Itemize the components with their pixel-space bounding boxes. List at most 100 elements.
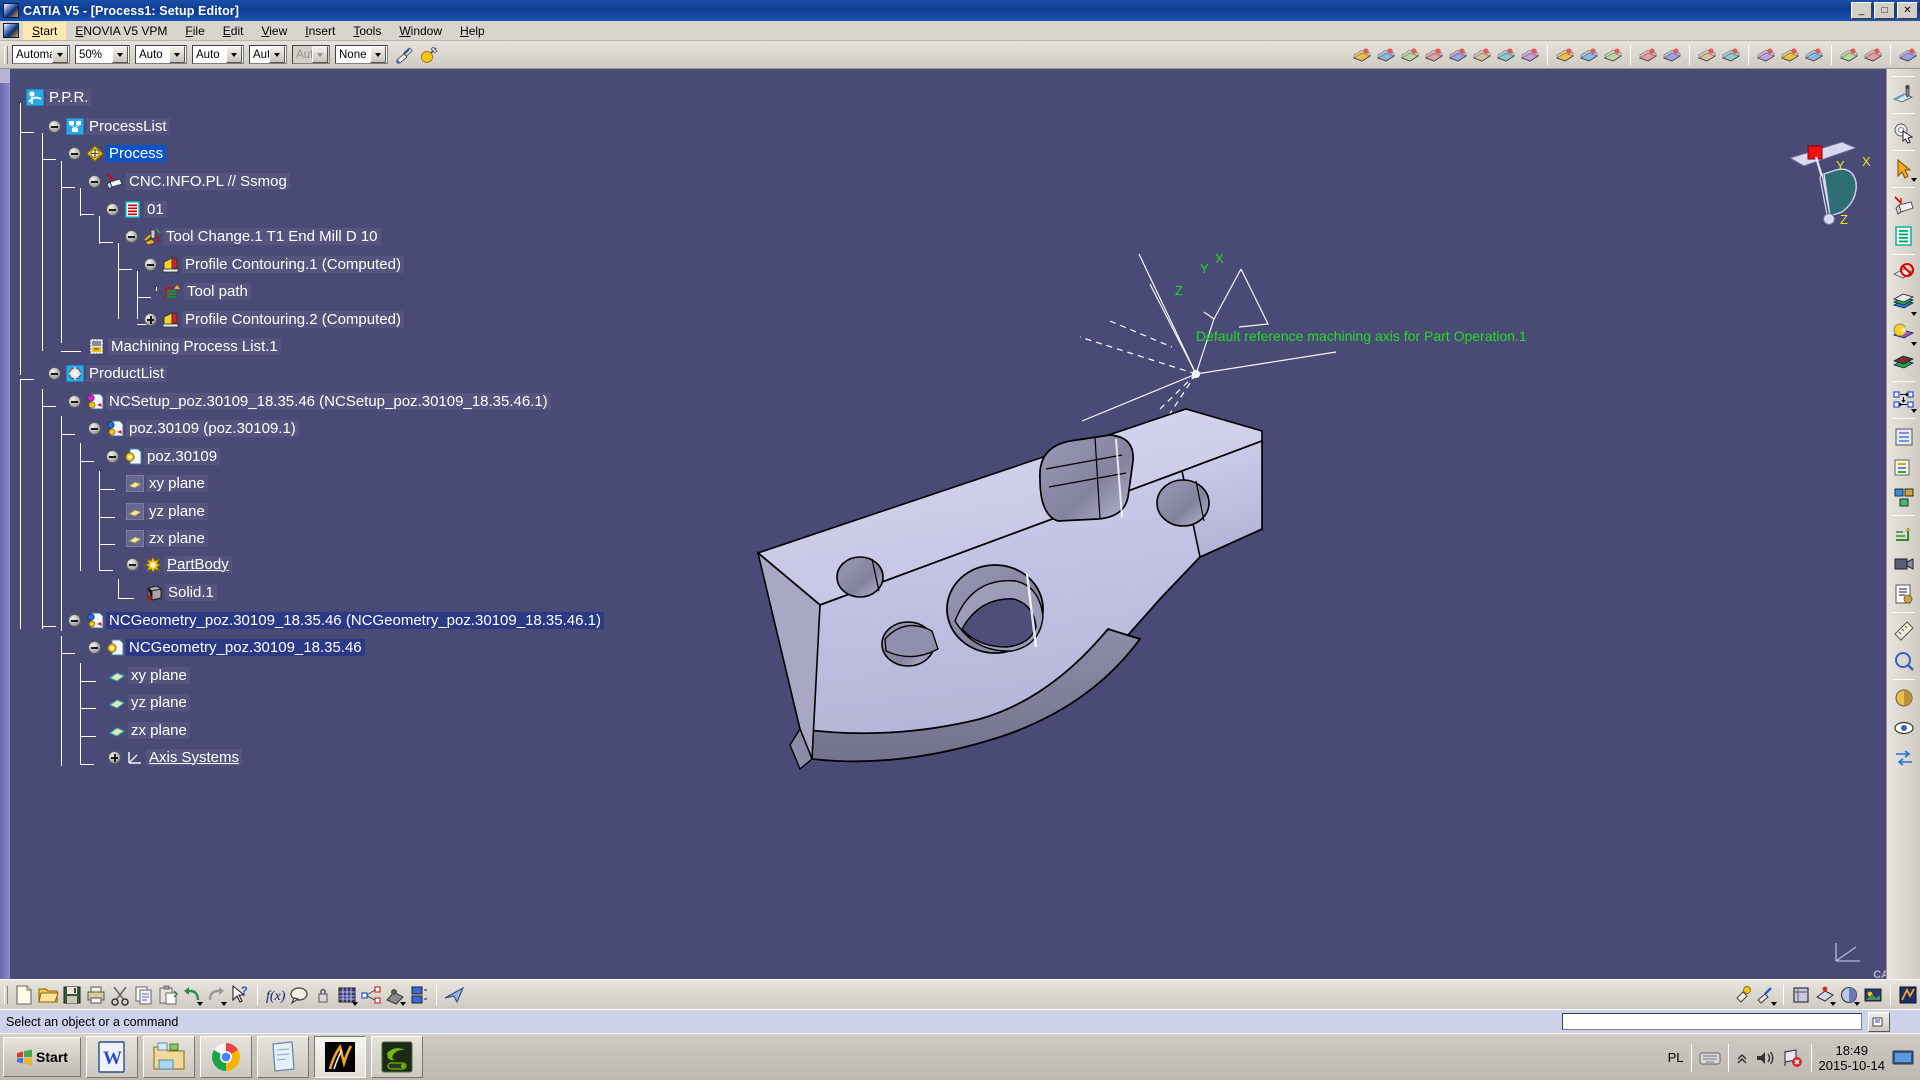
fly-mode-icon[interactable]: [443, 984, 465, 1006]
menu-item-window[interactable]: Window: [390, 22, 451, 40]
tree-node-productlist[interactable]: ProductList: [48, 363, 168, 383]
tree-node-poz1[interactable]: poz.30109 (poz.30109.1): [88, 418, 299, 438]
layer-combo[interactable]: Auto: [135, 45, 187, 64]
video-icon[interactable]: [1602, 44, 1624, 66]
collapse-node-icon[interactable]: [106, 202, 119, 216]
catia-app-icon[interactable]: [1897, 984, 1919, 1006]
highlight-icon[interactable]: [1731, 984, 1753, 1006]
menu-item-edit[interactable]: Edit: [214, 22, 253, 40]
menu-item-tools[interactable]: Tools: [344, 22, 390, 40]
volume-icon[interactable]: [1755, 1049, 1775, 1067]
paint-toolbar-icon[interactable]: [1755, 984, 1777, 1006]
update-icon[interactable]: [1838, 44, 1860, 66]
window-icon[interactable]: [1897, 44, 1919, 66]
render-style-combo[interactable]: Automa: [12, 45, 70, 64]
replay-icon[interactable]: [1578, 44, 1600, 66]
tree-node-ncgeom[interactable]: NCGeometry_poz.30109_18.35.46 (NCGeometr…: [68, 610, 604, 630]
tree-node-zx1[interactable]: zx plane: [125, 528, 208, 548]
chevron-down-icon[interactable]: [370, 46, 386, 63]
ppr-explorer-icon[interactable]: [1890, 483, 1918, 511]
tool-change-icon[interactable]: [1423, 44, 1445, 66]
taskbar-word[interactable]: W: [86, 1036, 138, 1078]
chevron-down-icon[interactable]: [52, 46, 68, 63]
status-expand-button[interactable]: [1868, 1012, 1890, 1032]
remove-material-green-icon[interactable]: [1890, 349, 1918, 377]
show-desktop-icon[interactable]: [1892, 1049, 1914, 1067]
pocketing-icon[interactable]: [1495, 44, 1517, 66]
measure-tool-icon[interactable]: [1720, 44, 1742, 66]
viewport-scroll-up-button[interactable]: [0, 69, 10, 83]
taskbar-notepad[interactable]: [257, 1036, 309, 1078]
toolbar-grip[interactable]: [4, 45, 8, 64]
collapse-node-icon[interactable]: [125, 229, 138, 243]
tree-node-partbody[interactable]: PartBody: [126, 554, 232, 574]
collapse-node-icon[interactable]: [88, 421, 101, 435]
filter-combo[interactable]: Auto: [192, 45, 244, 64]
measure-item-icon[interactable]: [408, 984, 430, 1006]
hide-icon[interactable]: [1803, 44, 1825, 66]
simulate-icon[interactable]: [1554, 44, 1576, 66]
menu-item-file[interactable]: File: [176, 22, 213, 40]
simulate-tool-path-icon[interactable]: [1890, 520, 1918, 548]
tree-node-xy2[interactable]: xy plane: [108, 665, 190, 685]
collapse-node-icon[interactable]: [126, 557, 139, 571]
undo-icon[interactable]: [181, 984, 203, 1006]
collapse-node-icon[interactable]: [88, 174, 101, 188]
apply-scene-icon[interactable]: [1862, 984, 1884, 1006]
command-input[interactable]: [1562, 1013, 1862, 1030]
tree-node-xy1[interactable]: xy plane: [125, 473, 208, 493]
restore-button[interactable]: □: [1874, 2, 1895, 19]
tree-node-ncsetup[interactable]: NCSetup_poz.30109_18.35.46 (NCSetup_poz.…: [68, 391, 551, 411]
tool-path-output-icon[interactable]: [1637, 44, 1659, 66]
paint-brush-icon[interactable]: [394, 44, 416, 66]
formula-icon[interactable]: f(x): [264, 984, 286, 1006]
tree-node-ppr[interactable]: P.P.R.: [25, 87, 92, 107]
transfer-elements-icon[interactable]: [1890, 386, 1918, 414]
apply-material-icon[interactable]: [418, 44, 440, 66]
rendering-style-icon[interactable]: [1890, 684, 1918, 712]
minimize-button[interactable]: _: [1851, 2, 1872, 19]
close-button[interactable]: ✕: [1897, 2, 1918, 19]
tree-node-toolpath[interactable]: Tool path: [164, 281, 251, 301]
tree-node-mpl[interactable]: Machining Process List.1: [88, 336, 281, 356]
tree-node-yz2[interactable]: yz plane: [108, 692, 190, 712]
expand-node-icon[interactable]: [144, 312, 157, 326]
hide-show-icon[interactable]: [1890, 714, 1918, 742]
material-removal-icon[interactable]: [1890, 319, 1918, 347]
generate-nc-code-icon[interactable]: [1890, 580, 1918, 608]
measure-icon[interactable]: [1890, 617, 1918, 645]
show-hidden-icons-icon[interactable]: [1736, 1051, 1748, 1065]
copy-icon[interactable]: [133, 984, 155, 1006]
collapse-node-icon[interactable]: [106, 449, 119, 463]
3d-viewport[interactable]: Y Z X Default reference machining axis f…: [0, 69, 1920, 979]
analysis-icon[interactable]: [1890, 647, 1918, 675]
iso-view-icon[interactable]: [1790, 984, 1812, 1006]
collapse-node-icon[interactable]: [68, 613, 81, 627]
relations-icon[interactable]: [360, 984, 382, 1006]
tool-library-icon[interactable]: [1890, 423, 1918, 451]
collapse-node-icon[interactable]: [48, 119, 61, 133]
menu-item-insert[interactable]: Insert: [296, 22, 344, 40]
start-button[interactable]: Start: [3, 1037, 81, 1077]
menu-item-view[interactable]: View: [252, 22, 296, 40]
machining-feature-icon[interactable]: [1447, 44, 1469, 66]
tree-node-cncinfo[interactable]: CNC.INFO.PL // Ssmog: [88, 171, 290, 191]
zoom-combo[interactable]: 50%: [75, 45, 130, 64]
no-simulation-icon[interactable]: [1890, 259, 1918, 287]
taskbar-catia[interactable]: [314, 1036, 366, 1078]
tree-node-processlist[interactable]: ProcessList: [48, 116, 170, 136]
aut-combo[interactable]: Aut: [249, 45, 287, 64]
swap-visible-space-icon[interactable]: [1890, 744, 1918, 772]
measure-between-icon[interactable]: [384, 984, 406, 1006]
tree-node-profile2[interactable]: Profile Contouring.2 (Computed): [144, 309, 404, 329]
collapse-node-icon[interactable]: [144, 257, 157, 271]
collapse-node-icon[interactable]: [48, 366, 61, 380]
tree-node-axissys[interactable]: Axis Systems: [108, 747, 243, 767]
taskbar-explorer[interactable]: [143, 1036, 195, 1078]
nc-output-icon[interactable]: [1661, 44, 1683, 66]
viewport-left-scrollbar[interactable]: [0, 69, 10, 979]
collapse-node-icon[interactable]: [68, 146, 81, 160]
chevron-down-icon[interactable]: [226, 46, 242, 63]
manufacturing-program-icon[interactable]: [1890, 222, 1918, 250]
tree-node-poz2[interactable]: poz.30109: [106, 446, 221, 466]
